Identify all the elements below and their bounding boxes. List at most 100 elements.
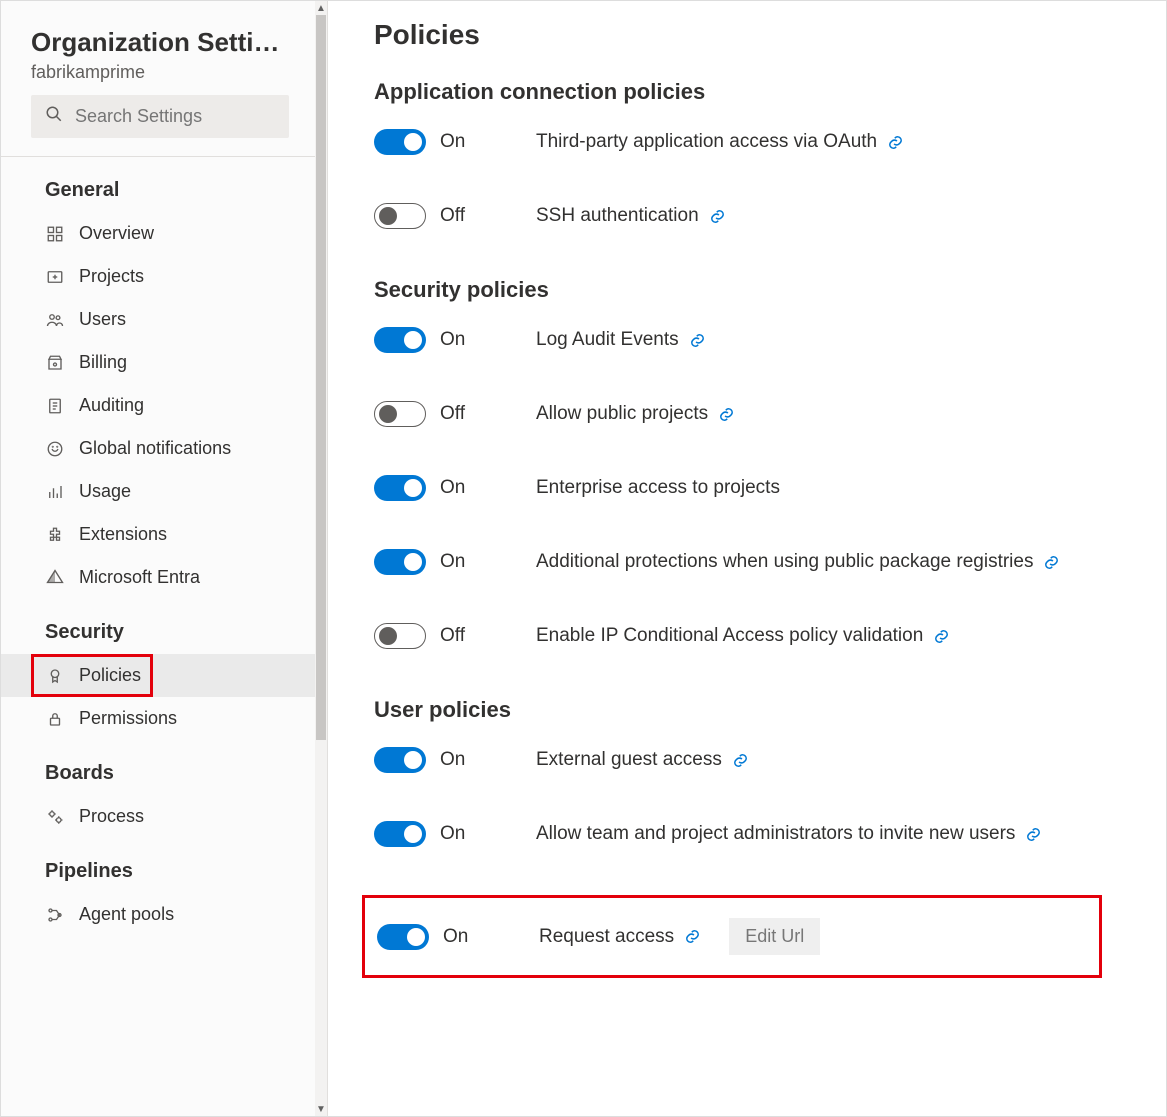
policy-label: Request access <box>539 926 674 948</box>
sidebar-item-usage[interactable]: Usage <box>1 470 315 513</box>
link-icon[interactable] <box>684 928 701 945</box>
policy-toggle[interactable] <box>374 401 426 427</box>
link-icon[interactable] <box>933 628 950 645</box>
policy-toggle[interactable] <box>374 549 426 575</box>
sidebar-item-permissions[interactable]: Permissions <box>1 697 315 740</box>
sidebar-item-microsoft-entra[interactable]: Microsoft Entra <box>1 556 315 599</box>
notifications-icon <box>45 440 65 458</box>
policy-label: Log Audit Events <box>536 329 679 351</box>
agent-pools-icon <box>45 906 65 924</box>
sidebar-item-users[interactable]: Users <box>1 298 315 341</box>
sidebar-item-billing[interactable]: Billing <box>1 341 315 384</box>
toggle-state-label: Off <box>440 403 465 425</box>
scroll-down-icon[interactable]: ▼ <box>315 1102 327 1116</box>
policy-toggle[interactable] <box>374 475 426 501</box>
projects-icon <box>45 268 65 286</box>
policy-toggle[interactable] <box>374 327 426 353</box>
nav-group-title: Security <box>1 599 315 654</box>
entra-icon <box>45 569 65 587</box>
policy-toggle[interactable] <box>374 821 426 847</box>
sidebar-item-extensions[interactable]: Extensions <box>1 513 315 556</box>
sidebar-item-policies[interactable]: Policies <box>1 654 315 697</box>
policy-toggle[interactable] <box>374 747 426 773</box>
sidebar-item-overview[interactable]: Overview <box>1 212 315 255</box>
policy-row: On Third-party application access via OAu… <box>374 129 1120 155</box>
usage-icon <box>45 483 65 501</box>
section-title: Security policies <box>374 277 1120 303</box>
policy-label: External guest access <box>536 749 722 771</box>
policy-label: SSH authentication <box>536 205 699 227</box>
link-icon[interactable] <box>1025 826 1042 843</box>
link-icon[interactable] <box>689 332 706 349</box>
sidebar-item-label: Projects <box>79 266 144 287</box>
search-settings[interactable] <box>31 95 289 138</box>
toggle-state-label: Off <box>440 625 465 647</box>
process-icon <box>45 808 65 826</box>
sidebar-item-label: Global notifications <box>79 438 231 459</box>
sidebar-item-label: Extensions <box>79 524 167 545</box>
toggle-state-label: On <box>440 823 465 845</box>
sidebar-scrollbar[interactable]: ▲ ▼ <box>315 1 327 1116</box>
search-icon <box>45 105 63 128</box>
policy-row: OnRequest accessEdit Url <box>377 918 1081 955</box>
overview-icon <box>45 225 65 243</box>
main-content: Policies Application connection policies… <box>328 1 1166 1116</box>
search-input[interactable] <box>73 105 275 128</box>
permissions-icon <box>45 710 65 728</box>
toggle-state-label: On <box>440 329 465 351</box>
policy-label: Additional protections when using public… <box>536 551 1033 573</box>
toggle-state-label: On <box>440 477 465 499</box>
nav-group-title: Pipelines <box>1 838 315 893</box>
policy-toggle[interactable] <box>374 623 426 649</box>
policy-row: On Allow team and project administrators … <box>374 821 1120 847</box>
sidebar-item-label: Usage <box>79 481 131 502</box>
nav-group-title: Boards <box>1 740 315 795</box>
scroll-up-icon[interactable]: ▲ <box>315 1 327 15</box>
auditing-icon <box>45 397 65 415</box>
policy-label: Allow public projects <box>536 403 708 425</box>
policies-icon <box>45 667 65 685</box>
link-icon[interactable] <box>718 406 735 423</box>
sidebar-item-label: Users <box>79 309 126 330</box>
policy-toggle[interactable] <box>374 203 426 229</box>
toggle-state-label: On <box>440 551 465 573</box>
sidebar: ▲ ▼ Organization Settin... fabrikamprime… <box>1 1 328 1116</box>
sidebar-item-label: Auditing <box>79 395 144 416</box>
sidebar-item-global-notifications[interactable]: Global notifications <box>1 427 315 470</box>
sidebar-item-label: Overview <box>79 223 154 244</box>
toggle-state-label: Off <box>440 205 465 227</box>
link-icon[interactable] <box>887 134 904 151</box>
highlight-box: OnRequest accessEdit Url <box>362 895 1102 978</box>
policy-label: Allow team and project administrators to… <box>536 823 1015 845</box>
users-icon <box>45 311 65 329</box>
billing-icon <box>45 354 65 372</box>
scrollbar-thumb[interactable] <box>316 15 326 740</box>
policy-toggle[interactable] <box>374 129 426 155</box>
policy-row: On Enterprise access to projects <box>374 475 1120 501</box>
link-icon[interactable] <box>709 208 726 225</box>
sidebar-item-agent-pools[interactable]: Agent pools <box>1 893 315 936</box>
policy-row: Off Allow public projects <box>374 401 1120 427</box>
link-icon[interactable] <box>1043 554 1060 571</box>
policy-row: On External guest access <box>374 747 1120 773</box>
toggle-state-label: On <box>440 749 465 771</box>
policy-label: Enable IP Conditional Access policy vali… <box>536 625 923 647</box>
section-title: Application connection policies <box>374 79 1120 105</box>
sidebar-item-auditing[interactable]: Auditing <box>1 384 315 427</box>
policy-toggle[interactable] <box>377 924 429 950</box>
page-title: Policies <box>374 19 1120 51</box>
sidebar-subtitle: fabrikamprime <box>31 62 289 83</box>
sidebar-item-label: Permissions <box>79 708 177 729</box>
policy-label: Third-party application access via OAuth <box>536 131 877 153</box>
toggle-state-label: On <box>440 131 465 153</box>
sidebar-item-label: Agent pools <box>79 904 174 925</box>
extensions-icon <box>45 526 65 544</box>
policy-row: On Additional protections when using publ… <box>374 549 1120 575</box>
policy-label: Enterprise access to projects <box>536 477 780 499</box>
link-icon[interactable] <box>732 752 749 769</box>
sidebar-item-projects[interactable]: Projects <box>1 255 315 298</box>
section-title: User policies <box>374 697 1120 723</box>
sidebar-item-process[interactable]: Process <box>1 795 315 838</box>
nav-group-title: General <box>1 157 315 212</box>
edit-url-button[interactable]: Edit Url <box>729 918 820 955</box>
